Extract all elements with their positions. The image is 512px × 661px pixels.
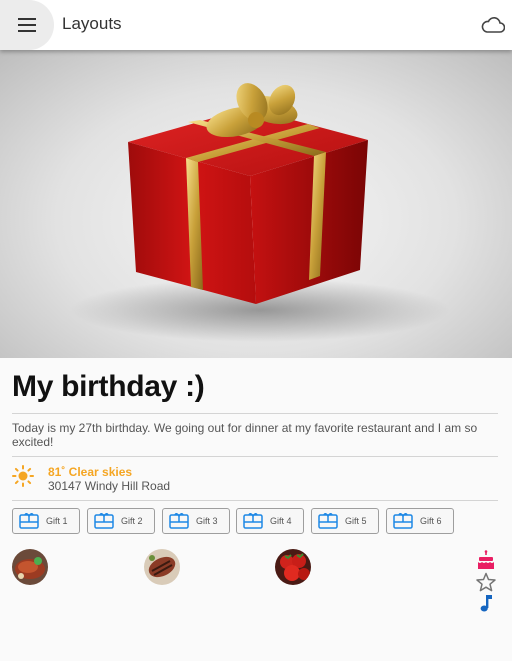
menu-icon (18, 18, 36, 32)
strawberries-photo (275, 549, 311, 585)
page-title: Layouts (62, 14, 122, 33)
divider (12, 456, 498, 457)
divider (12, 413, 498, 414)
gift-card-icon (393, 512, 413, 529)
gift-card-icon (19, 512, 39, 529)
steak-photo (12, 549, 48, 585)
gift-card-icon (94, 512, 114, 529)
avatar-steak[interactable] (12, 549, 48, 585)
app-bar: Layouts (0, 0, 512, 50)
gift-card-icon (243, 512, 263, 529)
gift-card-icon (318, 512, 338, 529)
weather-summary: 81˚ Clear skies (48, 465, 133, 479)
avatar-grilled-meat[interactable] (144, 549, 180, 585)
gift-label: Gift 1 (46, 516, 68, 526)
menu-button[interactable] (0, 0, 54, 50)
star-outline-icon[interactable] (476, 572, 496, 592)
gift-label: Gift 2 (121, 516, 143, 526)
gift-2-button[interactable]: Gift 2 (87, 508, 155, 534)
gift-label: Gift 5 (345, 516, 367, 526)
gift-label: Gift 4 (270, 516, 292, 526)
cloud-button[interactable] (480, 12, 506, 38)
music-note-icon[interactable] (476, 593, 496, 613)
gift-1-button[interactable]: Gift 1 (12, 508, 80, 534)
grilled-meat-photo (144, 549, 180, 585)
gift-label: Gift 6 (420, 516, 442, 526)
gift-5-button[interactable]: Gift 5 (311, 508, 379, 534)
card-description: Today is my 27th birthday. We going out … (12, 421, 478, 449)
weather-location: 30147 Windy Hill Road (48, 479, 171, 493)
gift-card-icon (169, 512, 189, 529)
sun-icon (12, 465, 34, 487)
cloud-icon (481, 17, 505, 33)
gift-4-button[interactable]: Gift 4 (236, 508, 304, 534)
avatar-strawberries[interactable] (275, 549, 311, 585)
cake-icon[interactable] (476, 550, 496, 570)
gift-6-button[interactable]: Gift 6 (386, 508, 454, 534)
divider (12, 500, 498, 501)
gift-box-illustration (70, 83, 450, 342)
gift-label: Gift 3 (196, 516, 218, 526)
hero-image (0, 50, 512, 358)
card-title: My birthday :) (12, 370, 205, 403)
gift-3-button[interactable]: Gift 3 (162, 508, 230, 534)
